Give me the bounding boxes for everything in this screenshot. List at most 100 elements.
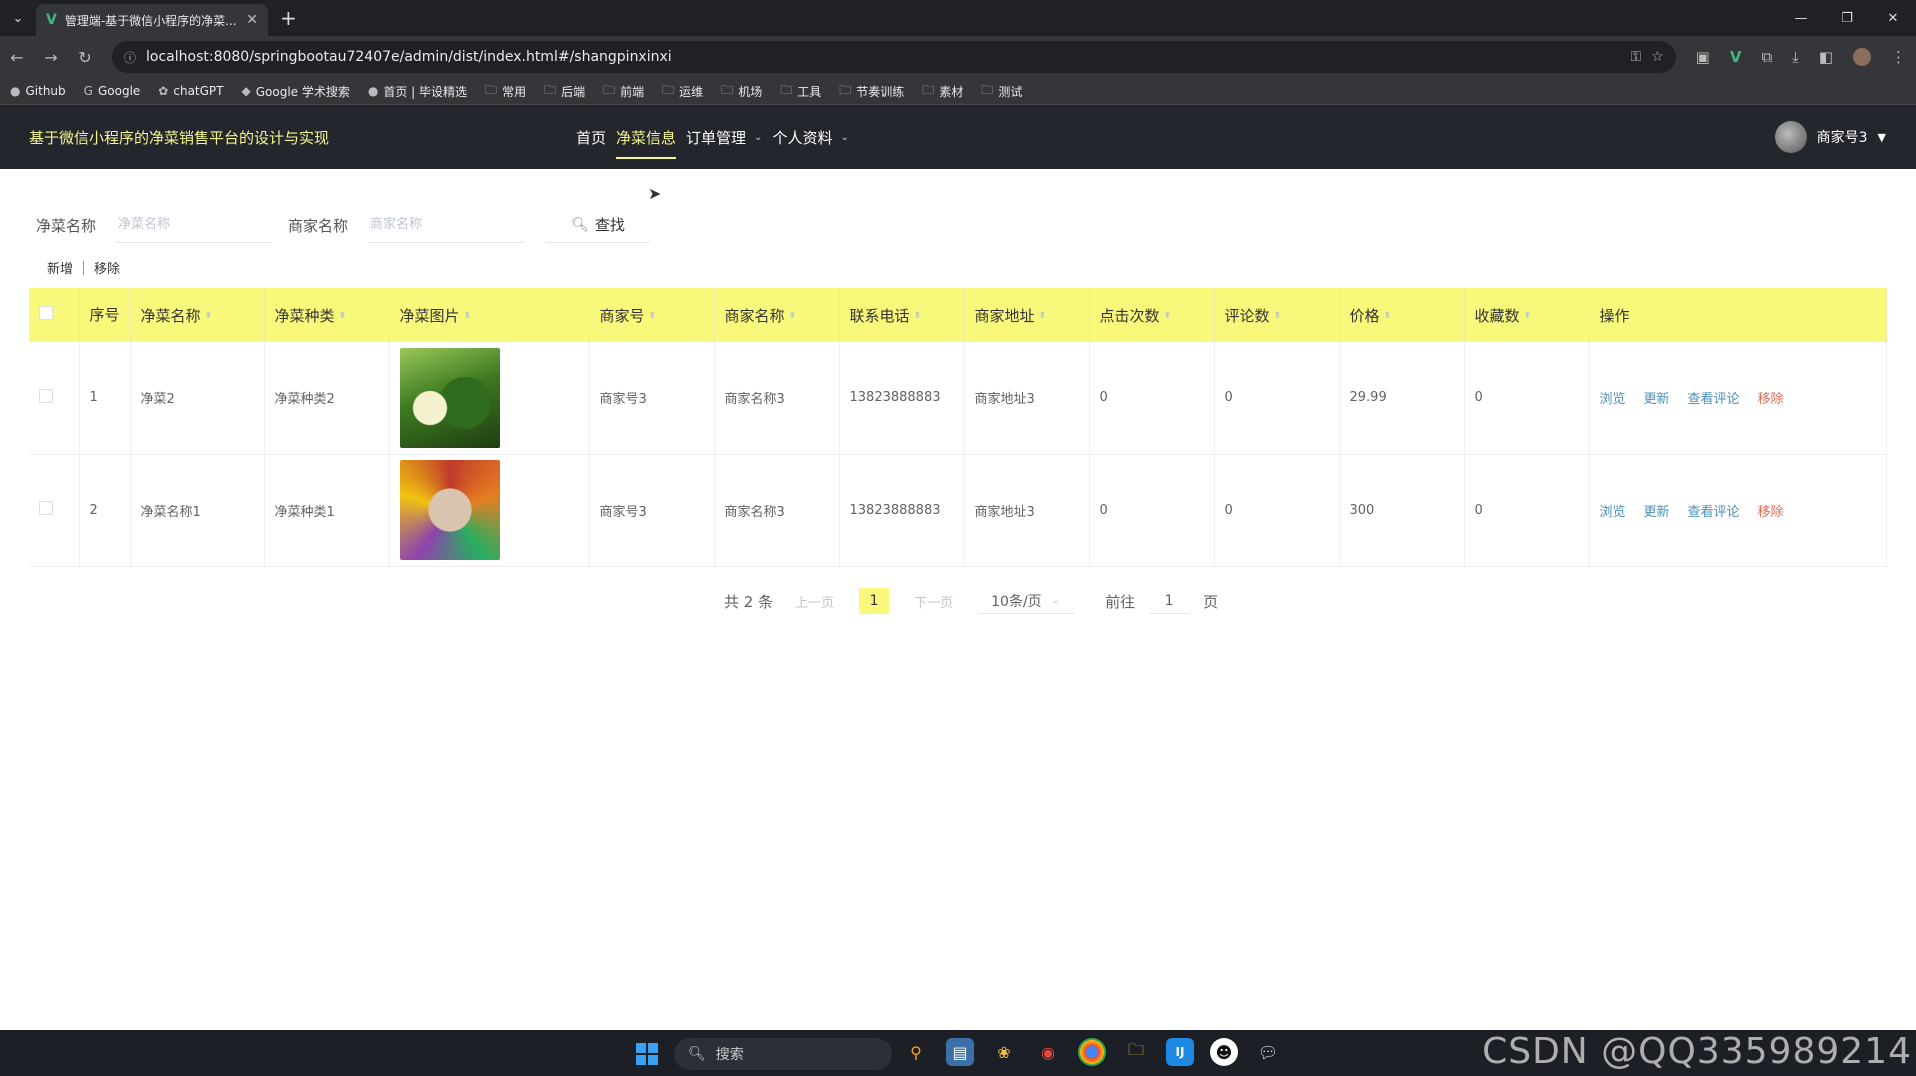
magnifier-app-icon[interactable]: ⚲ bbox=[902, 1038, 930, 1066]
password-key-icon[interactable]: ⚿ bbox=[1630, 49, 1641, 65]
sort-icon[interactable]: ⬍ bbox=[339, 311, 347, 321]
sort-icon[interactable]: ⬍ bbox=[1274, 311, 1282, 321]
extension-icon[interactable]: ▣ bbox=[1696, 48, 1710, 66]
col-favorites[interactable]: 收藏数 ⬍ bbox=[1464, 288, 1590, 342]
col-shop-no[interactable]: 商家号 ⬍ bbox=[589, 288, 715, 342]
col-clicks[interactable]: 点击次数 ⬍ bbox=[1089, 288, 1215, 342]
wechat-icon[interactable]: 💬︎ bbox=[1254, 1038, 1282, 1066]
search-button[interactable]: 🔍︎ 查找 bbox=[546, 207, 651, 243]
nav-order-management[interactable]: 订单管理 ⌄ bbox=[686, 105, 762, 169]
paw-app-icon[interactable]: ❀ bbox=[990, 1038, 1018, 1066]
bookmark-folder[interactable]: 🗀 素材 bbox=[922, 81, 963, 102]
add-button[interactable]: 新增 bbox=[47, 258, 73, 277]
minimize-icon[interactable]: — bbox=[1778, 0, 1824, 36]
remove-button[interactable]: 移除 bbox=[94, 258, 120, 277]
view-link[interactable]: 浏览 bbox=[1600, 392, 1626, 407]
sort-icon[interactable]: ⬍ bbox=[1384, 311, 1392, 321]
view-link[interactable]: 浏览 bbox=[1600, 505, 1626, 520]
sort-icon[interactable]: ⬍ bbox=[205, 311, 213, 321]
col-kind[interactable]: 净菜种类 ⬍ bbox=[264, 288, 390, 342]
page-unit-label: 页 bbox=[1203, 592, 1219, 611]
forward-icon[interactable]: → bbox=[44, 48, 58, 67]
cell-phone: 13823888883 bbox=[839, 342, 965, 455]
sort-icon[interactable]: ⬍ bbox=[1164, 311, 1172, 321]
remote-desktop-icon[interactable]: ▤ bbox=[946, 1038, 974, 1066]
side-panel-icon[interactable]: ◧ bbox=[1819, 48, 1833, 66]
col-shop-name[interactable]: 商家名称 ⬍ bbox=[714, 288, 840, 342]
col-name[interactable]: 净菜名称 ⬍ bbox=[130, 288, 265, 342]
user-menu[interactable]: 商家号3 ▼ bbox=[1774, 121, 1886, 153]
chrome-icon[interactable] bbox=[1078, 1038, 1106, 1066]
delete-link[interactable]: 移除 bbox=[1758, 392, 1784, 407]
col-address[interactable]: 商家地址 ⬍ bbox=[964, 288, 1090, 342]
bookmark-bishe[interactable]: ● 首页 | 毕设精选 bbox=[368, 83, 467, 100]
bishe-icon: ● bbox=[367, 84, 379, 98]
restore-icon[interactable]: ❐ bbox=[1824, 0, 1870, 36]
sort-icon[interactable]: ⬍ bbox=[464, 311, 472, 321]
nav-home[interactable]: 首页 bbox=[576, 105, 606, 169]
download-icon[interactable]: ⤓ bbox=[1792, 48, 1799, 66]
sort-icon[interactable]: ⬍ bbox=[789, 311, 797, 321]
bookmark-folder[interactable]: 🗀 机场 bbox=[721, 81, 762, 102]
bookmark-folder[interactable]: 🗀 后端 bbox=[544, 81, 585, 102]
page-size-select[interactable]: 10条/页 ⌄ bbox=[979, 588, 1076, 614]
bookmark-star-icon[interactable]: ☆ bbox=[1651, 49, 1664, 65]
url-field[interactable]: ⓘ localhost:8080/springbootau72407e/admi… bbox=[112, 41, 1676, 73]
col-phone[interactable]: 联系电话 ⬍ bbox=[839, 288, 965, 342]
bookmark-scholar[interactable]: ◆ Google 学术搜索 bbox=[242, 83, 350, 100]
sort-icon[interactable]: ⬍ bbox=[649, 311, 657, 321]
bookmark-google[interactable]: G Google bbox=[84, 84, 141, 98]
shop-name-input[interactable] bbox=[368, 207, 525, 243]
row-checkbox[interactable] bbox=[39, 388, 53, 403]
vegetable-image[interactable] bbox=[399, 460, 500, 560]
update-link[interactable]: 更新 bbox=[1644, 392, 1670, 407]
select-all-checkbox[interactable] bbox=[39, 306, 53, 320]
vue-devtools-icon[interactable]: V bbox=[1730, 48, 1742, 66]
extensions-puzzle-icon[interactable]: ⧉ bbox=[1761, 48, 1772, 66]
col-comments[interactable]: 评论数 ⬍ bbox=[1214, 288, 1340, 342]
qq-icon[interactable]: ☻ bbox=[1210, 1038, 1238, 1066]
view-comments-link[interactable]: 查看评论 bbox=[1688, 505, 1740, 520]
windows-start-icon[interactable] bbox=[636, 1043, 658, 1065]
sort-icon[interactable]: ⬍ bbox=[1039, 311, 1047, 321]
reload-icon[interactable]: ↻ bbox=[78, 48, 92, 67]
google-icon: G bbox=[83, 84, 93, 98]
back-icon[interactable]: ← bbox=[10, 48, 24, 67]
close-tab-icon[interactable]: ✕ bbox=[246, 12, 258, 28]
row-checkbox[interactable] bbox=[39, 501, 53, 515]
site-info-icon[interactable]: ⓘ bbox=[124, 49, 136, 66]
sort-icon[interactable]: ⬍ bbox=[1524, 311, 1532, 321]
next-page-button[interactable]: 下一页 bbox=[914, 592, 953, 611]
tab-search-icon[interactable]: ⌄ bbox=[0, 0, 36, 36]
profile-avatar[interactable] bbox=[1853, 48, 1871, 66]
browser-menu-icon[interactable]: ⋮ bbox=[1891, 48, 1906, 66]
bookmark-github[interactable]: ● Github bbox=[10, 84, 66, 98]
bookmark-chatgpt[interactable]: ✿ chatGPT bbox=[158, 84, 223, 98]
browser-tab[interactable]: V 管理端-基于微信小程序的净菜... ✕ bbox=[36, 4, 268, 36]
page-number-current[interactable]: 1 bbox=[859, 588, 890, 614]
sort-icon[interactable]: ⬍ bbox=[914, 311, 922, 321]
update-link[interactable]: 更新 bbox=[1644, 505, 1670, 520]
bookmark-folder[interactable]: 🗀 前端 bbox=[603, 81, 644, 102]
view-comments-link[interactable]: 查看评论 bbox=[1688, 392, 1740, 407]
col-price[interactable]: 价格 ⬍ bbox=[1339, 288, 1465, 342]
file-explorer-icon[interactable]: 🗀 bbox=[1122, 1038, 1150, 1066]
bookmark-folder[interactable]: 🗀 运维 bbox=[662, 81, 703, 102]
nav-vegetable-info[interactable]: 净菜信息 bbox=[616, 105, 677, 169]
close-window-icon[interactable]: ✕ bbox=[1870, 0, 1916, 36]
prev-page-button[interactable]: 上一页 bbox=[795, 592, 834, 611]
snail-app-icon[interactable]: ◉ bbox=[1034, 1038, 1062, 1066]
goto-page-input[interactable]: 1 bbox=[1149, 588, 1190, 614]
new-tab-icon[interactable]: + bbox=[280, 6, 297, 30]
bookmark-folder[interactable]: 🗀 测试 bbox=[981, 81, 1022, 102]
col-image[interactable]: 净菜图片 ⬍ bbox=[389, 288, 590, 342]
nav-profile[interactable]: 个人资料 ⌄ bbox=[772, 105, 848, 169]
vegetable-name-input[interactable] bbox=[116, 207, 273, 243]
vegetable-image[interactable] bbox=[399, 347, 500, 448]
bookmark-folder[interactable]: 🗀 工具 bbox=[780, 81, 821, 102]
bookmark-folder[interactable]: 🗀 节奏训练 bbox=[839, 81, 904, 102]
intellij-icon[interactable]: IJ bbox=[1166, 1038, 1194, 1066]
taskbar-search[interactable]: 🔍︎ 搜索 bbox=[674, 1038, 892, 1070]
delete-link[interactable]: 移除 bbox=[1758, 505, 1784, 520]
bookmark-folder[interactable]: 🗀 常用 bbox=[485, 81, 526, 102]
